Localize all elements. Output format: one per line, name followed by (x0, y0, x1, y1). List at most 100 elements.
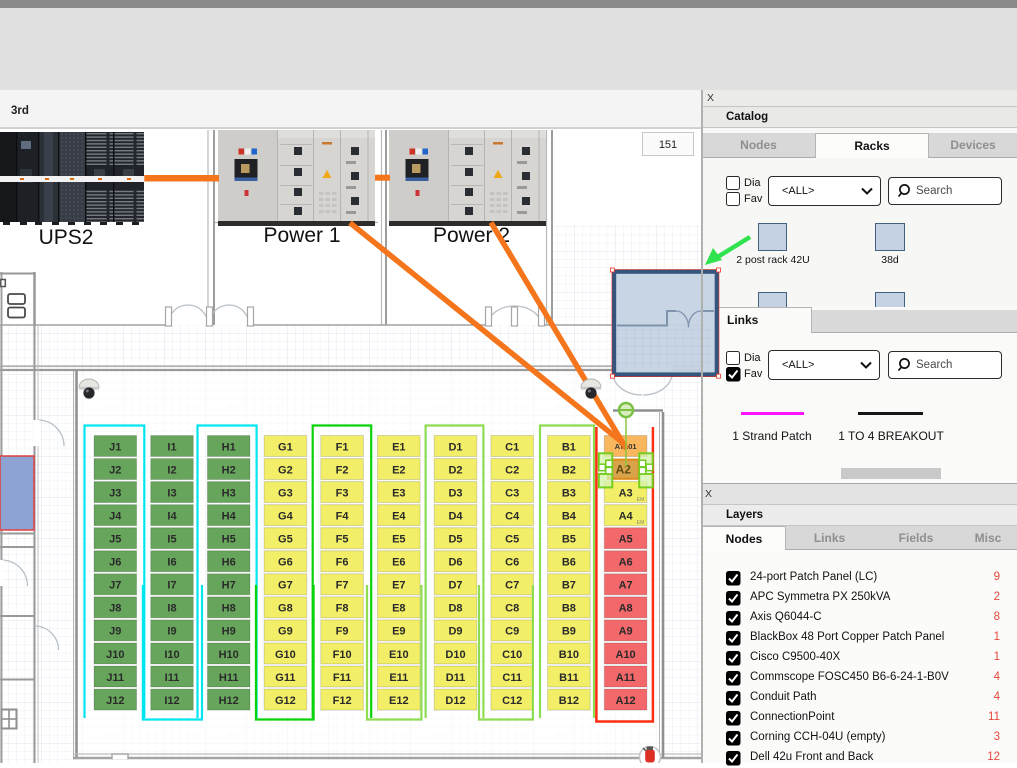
svg-text:C10: C10 (502, 649, 522, 661)
svg-text:G8: G8 (278, 603, 293, 615)
svg-text:I1: I1 (167, 441, 176, 453)
svg-text:A6: A6 (619, 557, 633, 569)
svg-text:Power 1: Power 1 (263, 224, 340, 247)
svg-text:I5: I5 (167, 534, 176, 546)
svg-text:E2: E2 (392, 464, 405, 476)
svg-text:D8: D8 (448, 603, 462, 615)
svg-text:C7: C7 (505, 580, 519, 592)
svg-text:F10: F10 (333, 649, 352, 661)
svg-text:F1: F1 (336, 441, 349, 453)
svg-text:J8: J8 (109, 603, 121, 615)
svg-text:F2: F2 (336, 464, 349, 476)
svg-text:B8: B8 (562, 603, 576, 615)
svg-text:E4: E4 (392, 510, 406, 522)
svg-text:B3: B3 (562, 487, 576, 499)
svg-text:E12: E12 (389, 695, 409, 707)
svg-text:G2: G2 (278, 464, 293, 476)
svg-text:J1: J1 (109, 441, 121, 453)
svg-text:B2: B2 (562, 464, 576, 476)
svg-text:H10: H10 (219, 649, 239, 661)
svg-text:J9: J9 (109, 626, 121, 638)
svg-text:F8: F8 (336, 603, 349, 615)
svg-text:B12: B12 (559, 695, 579, 707)
svg-text:B4: B4 (562, 510, 577, 522)
svg-text:I8: I8 (167, 603, 176, 615)
svg-text:B5: B5 (562, 534, 576, 546)
svg-text:F7: F7 (336, 580, 349, 592)
svg-text:A9: A9 (619, 626, 633, 638)
svg-text:G5: G5 (278, 534, 293, 546)
svg-text:C6: C6 (505, 557, 519, 569)
svg-text:A5: A5 (619, 534, 633, 546)
svg-text:D10: D10 (445, 649, 465, 661)
svg-text:E6: E6 (392, 557, 405, 569)
svg-text:J7: J7 (109, 580, 121, 592)
svg-text:D3: D3 (448, 487, 462, 499)
svg-text:J11: J11 (106, 672, 124, 684)
svg-text:D9: D9 (448, 626, 462, 638)
svg-text:E8: E8 (392, 603, 405, 615)
svg-text:G12: G12 (275, 695, 296, 707)
svg-text:F12: F12 (333, 695, 352, 707)
svg-text:H6: H6 (222, 557, 236, 569)
svg-text:C12: C12 (502, 695, 522, 707)
svg-text:H8: H8 (222, 603, 236, 615)
svg-text:J12: J12 (106, 695, 124, 707)
svg-text:G4: G4 (278, 510, 294, 522)
svg-text:A11: A11 (616, 672, 636, 684)
svg-text:C11: C11 (502, 672, 522, 684)
svg-text:G10: G10 (275, 649, 296, 661)
svg-text:G7: G7 (278, 580, 293, 592)
svg-text:H4: H4 (222, 510, 237, 522)
svg-text:A4: A4 (619, 510, 634, 522)
svg-text:J6: J6 (109, 557, 121, 569)
svg-text:H3: H3 (222, 487, 236, 499)
svg-text:I4: I4 (167, 510, 177, 522)
svg-text:F3: F3 (336, 487, 349, 499)
svg-text:E1: E1 (392, 441, 405, 453)
svg-text:I10: I10 (164, 649, 179, 661)
svg-text:F5: F5 (336, 534, 349, 546)
svg-text:B1: B1 (562, 441, 576, 453)
svg-text:E5: E5 (392, 534, 405, 546)
svg-text:C8: C8 (505, 603, 519, 615)
svg-text:A8: A8 (619, 603, 633, 615)
svg-text:I2: I2 (167, 464, 176, 476)
svg-text:D1: D1 (448, 441, 462, 453)
svg-text:D7: D7 (448, 580, 462, 592)
svg-text:D11: D11 (446, 672, 466, 684)
svg-text:G9: G9 (278, 626, 293, 638)
svg-text:B7: B7 (562, 580, 576, 592)
svg-text:D5: D5 (448, 534, 462, 546)
svg-text:E10: E10 (389, 649, 409, 661)
svg-text:E11: E11 (389, 672, 408, 684)
svg-text:B9: B9 (562, 626, 576, 638)
svg-text:I11: I11 (165, 672, 180, 684)
svg-text:I9: I9 (167, 626, 176, 638)
svg-text:J2: J2 (109, 464, 121, 476)
svg-text:J5: J5 (109, 534, 121, 546)
svg-text:G6: G6 (278, 557, 293, 569)
svg-text:F4: F4 (336, 510, 350, 522)
svg-text:C2: C2 (505, 464, 519, 476)
svg-text:H12: H12 (219, 695, 239, 707)
svg-text:I3: I3 (167, 487, 176, 499)
svg-text:E3: E3 (392, 487, 405, 499)
svg-text:UPS2: UPS2 (39, 226, 94, 249)
svg-text:C4: C4 (505, 510, 520, 522)
svg-text:I12: I12 (164, 695, 179, 707)
svg-text:F11: F11 (333, 672, 351, 684)
svg-text:D4: D4 (448, 510, 463, 522)
svg-text:G1: G1 (278, 441, 293, 453)
svg-text:H2: H2 (222, 464, 236, 476)
svg-text:D6: D6 (448, 557, 462, 569)
svg-text:H9: H9 (222, 626, 236, 638)
svg-text:D2: D2 (448, 464, 462, 476)
svg-text:B11: B11 (559, 672, 579, 684)
svg-text:E9: E9 (392, 626, 405, 638)
svg-text:D12: D12 (445, 695, 465, 707)
svg-text:H1: H1 (222, 441, 236, 453)
svg-text:C3: C3 (505, 487, 519, 499)
svg-text:H5: H5 (222, 534, 236, 546)
svg-text:C5: C5 (505, 534, 519, 546)
